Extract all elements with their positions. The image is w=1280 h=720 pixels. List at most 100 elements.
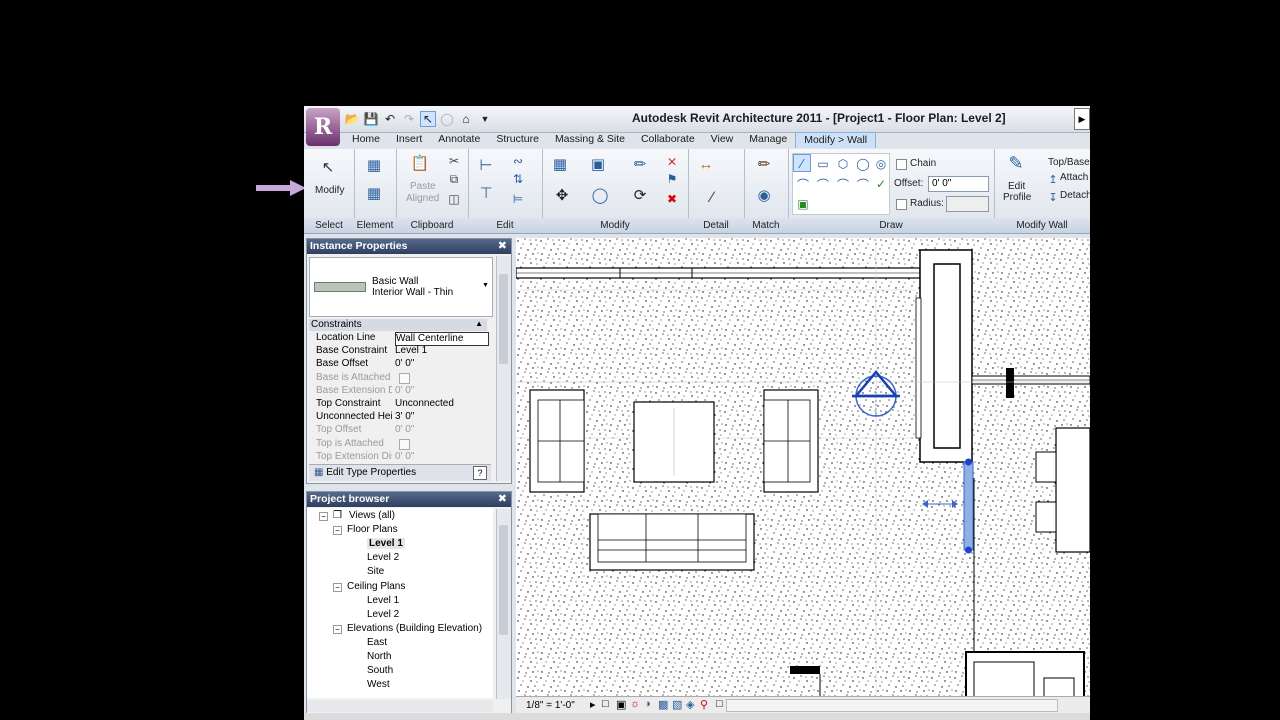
polygon-tool-icon[interactable]: ⬡	[833, 154, 853, 174]
edit-type-properties-link[interactable]: Edit Type Properties	[326, 467, 416, 478]
radius-checkbox[interactable]	[896, 199, 907, 210]
array-icon[interactable]: ▦	[550, 154, 570, 174]
tab-modify-wall[interactable]: Modify > Wall	[795, 132, 877, 148]
center-arc-icon[interactable]: ⌒	[833, 174, 853, 194]
collapse-toggle-icon[interactable]: −	[333, 624, 342, 634]
property-value[interactable]: 0' 0"	[395, 358, 487, 370]
shadows-icon[interactable]: ◑	[644, 698, 651, 710]
type-dropdown-icon[interactable]: ▼	[482, 282, 489, 289]
view-scale[interactable]: 1/8" = 1'-0"	[526, 700, 575, 711]
property-value[interactable]	[395, 372, 487, 384]
property-value[interactable]: Unconnected	[395, 398, 487, 410]
rectangle-tool-icon[interactable]: ▭	[813, 154, 833, 174]
tab-structure[interactable]: Structure	[488, 132, 547, 148]
match-type-icon[interactable]: ✏	[754, 154, 774, 174]
element-properties-icon[interactable]: ▦	[364, 155, 384, 175]
constraints-group-header[interactable]: Constraints ▲	[309, 319, 487, 331]
type-selector[interactable]: Basic Wall Interior Wall - Thin ▼	[309, 257, 493, 317]
attach-icon[interactable]: ↥	[1046, 169, 1060, 189]
properties-scroll-thumb[interactable]	[499, 274, 508, 364]
canvas-hscrollbar[interactable]	[726, 699, 1058, 712]
property-value[interactable]: 3' 0"	[395, 411, 487, 423]
edit-profile-icon[interactable]: ✎	[1006, 153, 1026, 173]
tab-collaborate[interactable]: Collaborate	[633, 132, 703, 148]
show-crop-icon[interactable]: ▧	[672, 698, 682, 711]
start-end-arc-icon[interactable]: ⌒	[813, 174, 833, 194]
crop-view-icon[interactable]: ▩	[658, 698, 668, 711]
move-icon[interactable]: ✥	[552, 185, 572, 205]
join-geometry-icon[interactable]: ◫	[444, 189, 464, 209]
close-icon[interactable]: ✖	[498, 239, 507, 254]
collapse-toggle-icon[interactable]: −	[333, 582, 342, 592]
close-icon[interactable]: ✖	[498, 492, 507, 507]
tab-view[interactable]: View	[703, 132, 742, 148]
pick-lines-icon[interactable]: ▣	[793, 194, 813, 214]
modify-button[interactable]: Modify	[315, 185, 344, 196]
type-properties-icon[interactable]: ▦	[364, 183, 384, 203]
match-properties-icon[interactable]: ◉	[754, 185, 774, 205]
property-value[interactable]: Level 1	[395, 345, 487, 357]
split-icon[interactable]: ⊤	[476, 183, 496, 203]
copy-icon[interactable]: ⧉	[444, 169, 464, 189]
tab-home[interactable]: Home	[344, 132, 388, 148]
browser-scrollbar[interactable]	[496, 509, 511, 699]
help-button[interactable]: ?	[473, 466, 487, 480]
application-menu-button[interactable]: R	[306, 108, 340, 146]
paste-button[interactable]: Paste	[410, 181, 436, 192]
edit-profile-label[interactable]: Edit	[1008, 181, 1025, 192]
offset-icon[interactable]: ∾	[508, 151, 528, 171]
reveal-hidden-icon[interactable]: ⚲	[700, 698, 708, 711]
fillet-arc-icon[interactable]: ✓	[871, 174, 891, 194]
sun-path-icon[interactable]: ☼	[630, 698, 640, 710]
delete-icon[interactable]: ✖	[662, 189, 682, 209]
scale-dropdown-icon[interactable]: ▸	[590, 698, 596, 711]
detail-line-icon[interactable]: ∕	[702, 187, 722, 207]
align-icon[interactable]: ⊢	[476, 155, 496, 175]
scale-icon[interactable]: ▣	[588, 154, 608, 174]
match-line-icon[interactable]: ✏	[630, 154, 650, 174]
circle-tool-icon[interactable]: ◯	[853, 154, 873, 174]
line-tool-icon[interactable]: ∕	[793, 154, 811, 172]
detach-icon[interactable]: ↧	[1046, 187, 1060, 207]
tab-massing-site[interactable]: Massing & Site	[547, 132, 633, 148]
copy-element-icon[interactable]: ◯	[590, 185, 610, 205]
rotate-icon[interactable]: ⟳	[630, 185, 650, 205]
collapse-icon[interactable]: ▲	[475, 319, 483, 328]
qat-dropdown-icon[interactable]: ▼	[477, 111, 493, 127]
dimension-icon[interactable]: ↔	[696, 154, 716, 174]
redo-icon[interactable]: ↷	[401, 111, 417, 127]
cursor-icon[interactable]: ↖	[318, 157, 338, 177]
tab-manage[interactable]: Manage	[741, 132, 795, 148]
arc-tool-icon[interactable]: ⌒	[793, 174, 813, 194]
3d-view-icon[interactable]: ⌂	[458, 111, 474, 127]
more-controls-icon[interactable]: □	[716, 698, 723, 710]
edit-type-icon[interactable]: ▦	[314, 467, 323, 478]
paste-icon[interactable]: 📋	[410, 153, 430, 173]
open-icon[interactable]: 📂	[344, 111, 360, 127]
visual-style-icon[interactable]: ▣	[616, 698, 626, 711]
property-value[interactable]: 0' 0"	[395, 451, 487, 463]
browser-hscrollbar[interactable]	[307, 700, 493, 712]
chain-checkbox[interactable]	[896, 159, 907, 170]
mirror-icon[interactable]: ⇅	[508, 169, 528, 189]
cut-icon[interactable]: ✂	[444, 151, 464, 171]
detail-level-icon[interactable]: □	[602, 698, 609, 710]
tangent-arc-icon[interactable]: ⌒	[853, 174, 873, 194]
radius-input[interactable]	[946, 196, 989, 212]
expand-icon[interactable]: ▶	[1074, 108, 1090, 130]
property-value[interactable]: 0' 0"	[395, 424, 487, 436]
property-value[interactable]	[395, 438, 487, 450]
undo-icon[interactable]: ↶	[382, 111, 398, 127]
inscribed-circle-icon[interactable]: ◎	[871, 154, 891, 174]
collapse-toggle-icon[interactable]: −	[333, 526, 342, 536]
tab-annotate[interactable]: Annotate	[430, 132, 488, 148]
collapse-toggle-icon[interactable]: −	[319, 512, 328, 521]
properties-scrollbar[interactable]	[496, 256, 511, 481]
save-icon[interactable]: 💾	[363, 111, 379, 127]
pin-icon[interactable]: ⚑	[662, 169, 682, 189]
attach-button[interactable]: Attach	[1060, 172, 1088, 183]
property-value[interactable]: 0' 0"	[395, 385, 487, 397]
tab-insert[interactable]: Insert	[388, 132, 430, 148]
sync-icon[interactable]: ◯	[439, 111, 455, 127]
offset-input[interactable]: 0' 0"	[928, 176, 989, 192]
